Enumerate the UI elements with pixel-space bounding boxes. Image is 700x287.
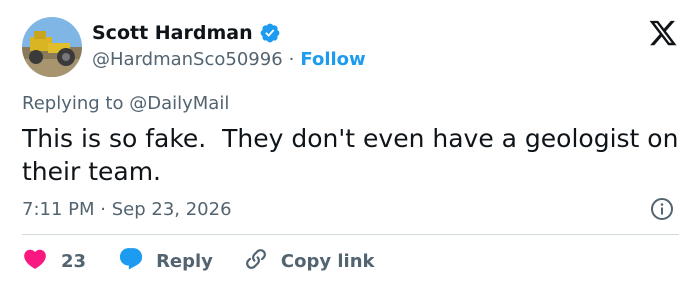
replying-prefix: Replying to — [22, 93, 124, 114]
author-handle[interactable]: @HardmanSco50996 — [92, 49, 283, 70]
meta-separator: · — [100, 199, 106, 220]
author-name-row: Scott Hardman — [92, 22, 281, 44]
tweet-date[interactable]: Sep 23, 2026 — [112, 199, 232, 220]
author-handle-row: @HardmanSco50996 · Follow — [92, 49, 366, 70]
copy-link-button[interactable]: Copy link — [243, 246, 375, 277]
tweet-time[interactable]: 7:11 PM — [22, 199, 95, 220]
author-name[interactable]: Scott Hardman — [92, 22, 253, 44]
heart-icon — [22, 246, 48, 277]
replying-target-link[interactable]: @DailyMail — [129, 93, 229, 114]
follow-button[interactable]: Follow — [300, 49, 365, 70]
avatar[interactable] — [22, 17, 82, 77]
reply-button[interactable]: Reply — [118, 246, 213, 277]
link-icon — [243, 246, 269, 277]
info-icon[interactable] — [650, 197, 674, 221]
like-count: 23 — [61, 251, 87, 272]
reply-label: Reply — [156, 251, 213, 272]
tweet-text: This is so fake. They don't even have a … — [22, 124, 687, 186]
speech-bubble-icon — [118, 246, 144, 277]
x-logo-icon[interactable] — [648, 18, 678, 48]
copy-link-label: Copy link — [280, 251, 375, 272]
verified-badge-icon — [259, 22, 281, 44]
like-button[interactable]: 23 — [22, 246, 86, 277]
tweet-meta[interactable]: 7:11 PM · Sep 23, 2026 — [22, 199, 232, 220]
divider — [22, 234, 679, 235]
action-bar: 23 Reply Copy link — [22, 246, 375, 277]
separator-dot: · — [288, 49, 295, 70]
replying-to-line: Replying to @DailyMail — [22, 93, 229, 114]
